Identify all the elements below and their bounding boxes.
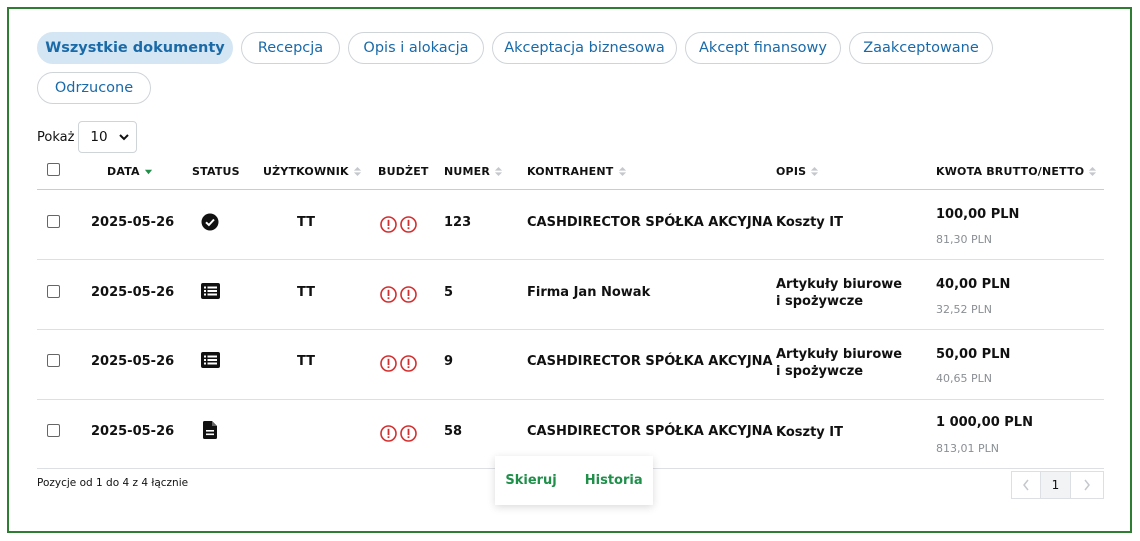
list-icon	[201, 283, 220, 299]
warning-icon	[400, 286, 417, 303]
tab-reception[interactable]: Recepcja	[241, 32, 340, 64]
row-net-amount: 81,30 PLN	[936, 233, 992, 246]
next-page-button[interactable]	[1071, 471, 1104, 499]
page-size-label: Pokaż	[37, 129, 75, 145]
row-description: Artykuły biurowe i spożywcze	[776, 277, 903, 309]
column-user[interactable]: UŻYTKOWNIK	[263, 165, 362, 178]
warning-icon	[400, 355, 417, 372]
warning-icon	[380, 425, 397, 442]
budget-warnings	[380, 355, 417, 372]
sort-icon	[353, 167, 361, 176]
row-contractor: CASHDIRECTOR SPÓŁKA AKCYJNA	[527, 215, 773, 230]
warning-icon	[380, 355, 397, 372]
tab-description-allocation[interactable]: Opis i alokacja	[348, 32, 484, 64]
pagination-info: Pozycje od 1 do 4 z 4 łącznie	[37, 477, 189, 489]
row-net-amount: 40,65 PLN	[936, 372, 992, 385]
chevron-left-icon	[1023, 479, 1029, 491]
sort-icon	[1089, 167, 1097, 176]
page-number: 1	[1051, 478, 1060, 492]
column-contractor[interactable]: KONTRAHENT	[527, 165, 627, 178]
row-gross-amount: 50,00 PLN	[936, 347, 1011, 362]
row-checkbox[interactable]	[47, 285, 60, 298]
column-description-label: OPIS	[776, 165, 807, 178]
column-contractor-label: KONTRAHENT	[527, 165, 614, 178]
history-button[interactable]: Historia	[585, 473, 643, 488]
page-1-button[interactable]: 1	[1040, 471, 1071, 499]
document-icon	[203, 421, 217, 439]
row-date: 2025-05-26	[91, 215, 175, 230]
row-date: 2025-05-26	[91, 285, 175, 300]
row-date: 2025-05-26	[91, 354, 175, 369]
column-user-label: UŻYTKOWNIK	[263, 165, 349, 178]
row-checkbox[interactable]	[47, 215, 60, 228]
row-gross-amount: 1 000,00 PLN	[936, 415, 1033, 430]
column-number-label: NUMER	[444, 165, 491, 178]
sort-icon	[618, 167, 626, 176]
page-size-value: 10	[90, 129, 108, 145]
chevron-right-icon	[1084, 479, 1090, 491]
row-gross-amount: 100,00 PLN	[936, 207, 1020, 222]
prev-page-button[interactable]	[1011, 471, 1040, 499]
row-number: 5	[444, 285, 454, 300]
tab-all-documents[interactable]: Wszystkie dokumenty	[37, 32, 233, 64]
table-row[interactable]: 2025-05-26 TT 5 Firma Jan Nowak Artykuły…	[37, 260, 1104, 330]
warning-icon	[400, 216, 417, 233]
row-description: Artykuły biurowe i spożywcze	[776, 347, 903, 379]
column-status: STATUS	[192, 165, 240, 178]
column-date-label: DATA	[107, 165, 140, 178]
table-row[interactable]: 2025-05-26 TT 9 CASHDIRECTOR SPÓŁKA AKCY…	[37, 330, 1104, 400]
warning-icon	[380, 216, 397, 233]
column-status-label: STATUS	[192, 165, 240, 178]
chevron-down-icon	[119, 134, 130, 141]
sort-icon	[494, 167, 503, 176]
sort-desc-icon	[144, 169, 152, 175]
tab-business-approval[interactable]: Akceptacja biznesowa	[492, 32, 677, 64]
page-size-control: Pokaż 10	[37, 121, 138, 153]
column-budget: BUDŻET	[378, 165, 429, 178]
tab-accepted[interactable]: Zaakceptowane	[849, 32, 993, 64]
column-date[interactable]: DATA	[107, 165, 153, 178]
row-number: 123	[444, 215, 472, 230]
row-contractor: CASHDIRECTOR SPÓŁKA AKCYJNA	[527, 424, 773, 439]
row-net-amount: 32,52 PLN	[936, 303, 992, 316]
budget-warnings	[380, 425, 417, 442]
row-number: 9	[444, 354, 454, 369]
row-contractor: CASHDIRECTOR SPÓŁKA AKCYJNA	[527, 354, 773, 369]
row-description: Koszty IT	[776, 425, 843, 440]
check-circle-icon	[201, 213, 219, 231]
list-icon	[201, 352, 220, 368]
column-amount[interactable]: KWOTA BRUTTO/NETTO	[936, 165, 1097, 178]
row-checkbox[interactable]	[47, 354, 60, 367]
row-date: 2025-05-26	[91, 424, 175, 439]
warning-icon	[380, 286, 397, 303]
select-all-checkbox[interactable]	[47, 163, 60, 176]
table-row[interactable]: 2025-05-26 TT 123 CASHDIRECTOR SPÓŁKA AK…	[37, 190, 1104, 260]
row-user: TT	[297, 354, 316, 369]
page-size-select[interactable]: 10	[78, 121, 138, 153]
budget-warnings	[380, 216, 417, 233]
row-contractor: Firma Jan Nowak	[527, 285, 651, 300]
row-checkbox[interactable]	[47, 424, 60, 437]
tab-financial-approval[interactable]: Akcept finansowy	[685, 32, 841, 64]
warning-icon	[400, 425, 417, 442]
budget-warnings	[380, 286, 417, 303]
row-gross-amount: 40,00 PLN	[936, 277, 1011, 292]
direct-button[interactable]: Skieruj	[505, 473, 556, 488]
column-description[interactable]: OPIS	[776, 165, 819, 178]
row-net-amount: 813,01 PLN	[936, 442, 999, 455]
column-number[interactable]: NUMER	[444, 165, 503, 178]
row-description: Koszty IT	[776, 215, 843, 230]
row-user: TT	[297, 285, 316, 300]
table-header: DATA STATUS UŻYTKOWNIK BUDŻET NUMER KONT…	[37, 155, 1104, 190]
tab-rejected[interactable]: Odrzucone	[37, 72, 151, 104]
row-actions-popup: Skieruj Historia	[495, 456, 653, 505]
column-amount-label: KWOTA BRUTTO/NETTO	[936, 165, 1085, 178]
row-user: TT	[297, 215, 316, 230]
column-budget-label: BUDŻET	[378, 165, 429, 178]
row-number: 58	[444, 424, 463, 439]
sort-icon	[811, 167, 819, 176]
